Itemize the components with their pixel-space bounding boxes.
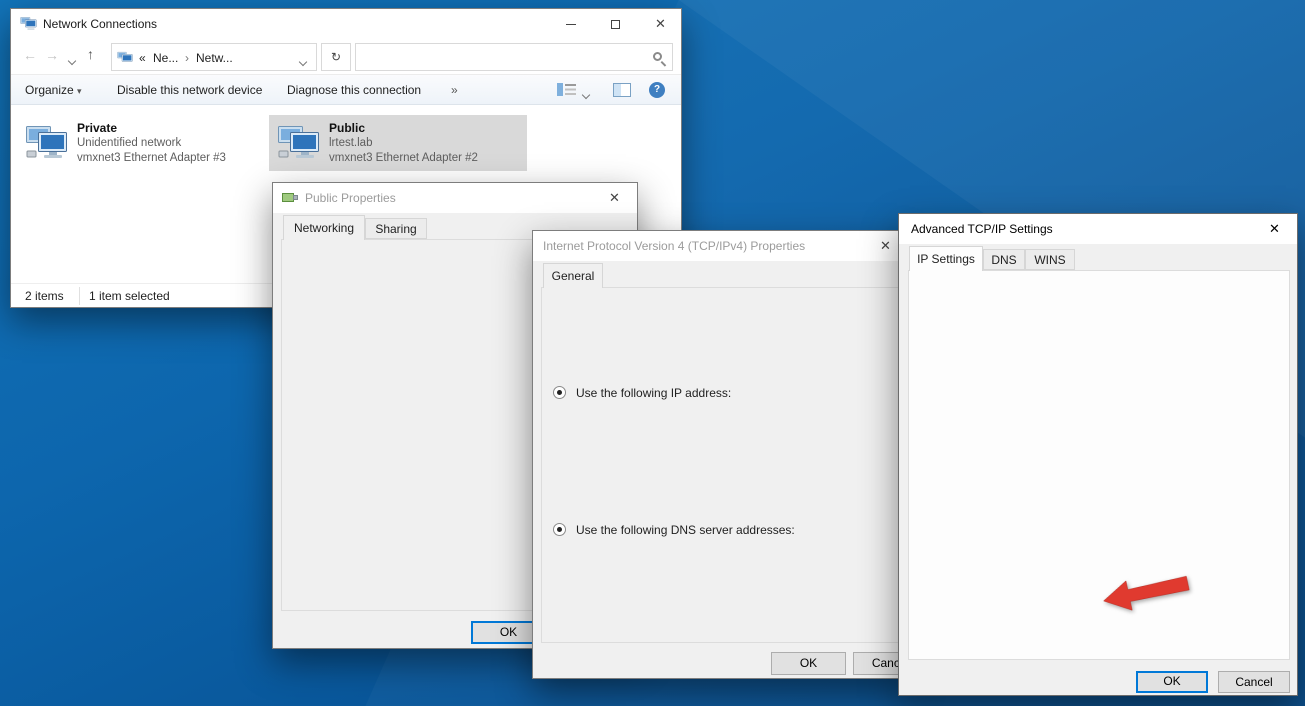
ok-button[interactable]: OK bbox=[771, 652, 846, 675]
use-ip-radio[interactable] bbox=[553, 386, 566, 399]
tab-sharing[interactable]: Sharing bbox=[365, 218, 427, 239]
close-button[interactable]: ✕ bbox=[1252, 214, 1297, 244]
view-options-caret-icon[interactable] bbox=[583, 87, 589, 101]
back-button[interactable]: ← bbox=[23, 47, 37, 63]
connection-tile-public[interactable]: Public lrtest.lab vmxnet3 Ethernet Adapt… bbox=[269, 115, 527, 171]
cancel-button[interactable]: Cancel bbox=[1218, 671, 1290, 693]
connection-name: Public bbox=[329, 121, 365, 135]
search-icon[interactable] bbox=[653, 52, 662, 61]
toolbar-overflow-button[interactable]: » bbox=[451, 83, 458, 97]
connection-network: Unidentified network bbox=[77, 137, 181, 149]
view-options-icon[interactable] bbox=[557, 82, 577, 100]
address-dropdown-icon[interactable] bbox=[300, 54, 306, 68]
titlebar[interactable]: Network Connections ✕ bbox=[11, 9, 681, 39]
search-box[interactable] bbox=[355, 43, 673, 71]
diagnose-connection-button[interactable]: Diagnose this connection bbox=[287, 83, 421, 97]
up-button[interactable]: ↑ bbox=[87, 46, 94, 62]
organize-caret-icon: ▾ bbox=[77, 86, 82, 96]
navigation-bar: ← → ↑ « Ne... › Netw... ↻ bbox=[11, 39, 681, 75]
tab-general[interactable]: General bbox=[543, 263, 603, 288]
ok-button[interactable]: OK bbox=[1136, 671, 1208, 693]
close-button[interactable]: ✕ bbox=[592, 183, 637, 213]
search-input[interactable] bbox=[362, 46, 632, 68]
advanced-tcpip-dialog: Advanced TCP/IP Settings ✕ IP Settings D… bbox=[898, 213, 1298, 696]
use-dns-radio[interactable] bbox=[553, 523, 566, 536]
breadcrumb-crumb[interactable]: Ne... bbox=[153, 51, 178, 65]
connection-tile-private[interactable]: Private Unidentified network vmxnet3 Eth… bbox=[17, 115, 275, 171]
desktop-stage: Network Connections ✕ ← → ↑ « Ne... › Ne… bbox=[0, 0, 1305, 706]
ip-settings-tab-page bbox=[908, 270, 1290, 660]
connection-adapter: vmxnet3 Ethernet Adapter #2 bbox=[329, 152, 478, 164]
maximize-button[interactable] bbox=[593, 9, 638, 39]
command-toolbar: Organize ▾ Disable this network device D… bbox=[11, 75, 681, 105]
tab-networking[interactable]: Networking bbox=[283, 215, 365, 240]
minimize-button[interactable] bbox=[548, 9, 593, 39]
network-connections-icon bbox=[20, 15, 38, 34]
status-selected-count: 1 item selected bbox=[89, 289, 170, 303]
titlebar[interactable]: Internet Protocol Version 4 (TCP/IPv4) P… bbox=[533, 231, 908, 261]
breadcrumb-separator-icon: › bbox=[185, 51, 189, 65]
use-ip-label[interactable]: Use the following IP address: bbox=[573, 386, 734, 400]
connection-adapter: vmxnet3 Ethernet Adapter #3 bbox=[77, 152, 226, 164]
forward-button[interactable]: → bbox=[45, 47, 59, 63]
general-tab-page bbox=[541, 287, 902, 643]
history-dropdown-icon[interactable] bbox=[69, 53, 75, 67]
address-location-icon bbox=[117, 50, 134, 68]
status-divider bbox=[79, 287, 80, 305]
breadcrumb-crumb[interactable]: Netw... bbox=[196, 51, 233, 65]
dialog-title: Advanced TCP/IP Settings bbox=[911, 222, 1053, 236]
organize-button[interactable]: Organize ▾ bbox=[25, 83, 82, 97]
connection-network: lrtest.lab bbox=[329, 137, 372, 149]
network-adapter-icon bbox=[25, 121, 71, 161]
dialog-title: Internet Protocol Version 4 (TCP/IPv4) P… bbox=[543, 239, 805, 253]
help-button[interactable]: ? bbox=[649, 82, 665, 98]
dialog-title: Public Properties bbox=[305, 191, 396, 205]
adapter-properties-icon bbox=[282, 191, 298, 207]
refresh-button[interactable]: ↻ bbox=[321, 43, 351, 71]
disable-device-button[interactable]: Disable this network device bbox=[117, 83, 262, 97]
address-bar[interactable]: « Ne... › Netw... bbox=[111, 43, 317, 71]
breadcrumb-overflow[interactable]: « bbox=[139, 51, 146, 65]
close-button[interactable]: ✕ bbox=[638, 9, 683, 39]
connection-name: Private bbox=[77, 121, 117, 135]
tab-ip-settings[interactable]: IP Settings bbox=[909, 246, 983, 271]
window-title: Network Connections bbox=[43, 17, 157, 31]
status-item-count: 2 items bbox=[25, 289, 64, 303]
titlebar[interactable]: Advanced TCP/IP Settings ✕ bbox=[899, 214, 1297, 244]
preview-pane-icon[interactable] bbox=[613, 83, 631, 100]
ipv4-properties-dialog: Internet Protocol Version 4 (TCP/IPv4) P… bbox=[532, 230, 909, 679]
tab-wins[interactable]: WINS bbox=[1025, 249, 1075, 270]
tab-dns[interactable]: DNS bbox=[983, 249, 1025, 270]
titlebar[interactable]: Public Properties ✕ bbox=[273, 183, 637, 213]
network-adapter-icon bbox=[277, 121, 323, 161]
use-dns-label[interactable]: Use the following DNS server addresses: bbox=[573, 523, 798, 537]
